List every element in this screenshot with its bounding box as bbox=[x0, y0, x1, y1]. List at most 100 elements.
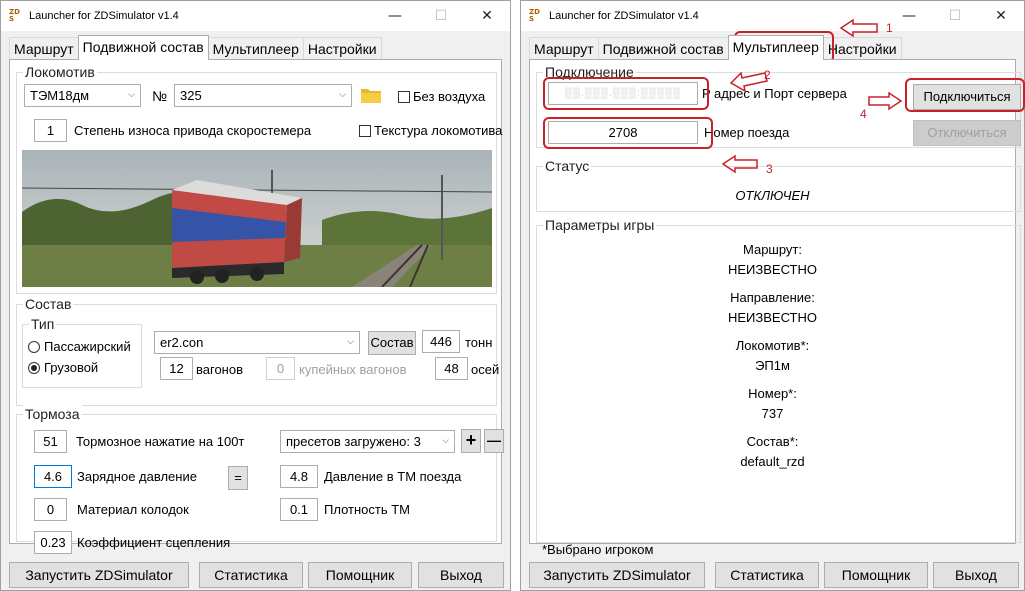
brake-pressure-label: Тормозное нажатие на 100т bbox=[76, 434, 245, 449]
passenger-label: Пассажирский bbox=[44, 339, 131, 354]
tons-input[interactable]: 446 bbox=[422, 330, 460, 353]
window-title: Launcher for ZDSimulator v1.4 bbox=[29, 10, 179, 22]
consist-type-title: Тип bbox=[29, 315, 57, 333]
no-air-label: Без воздуха bbox=[413, 89, 486, 104]
launch-button[interactable]: Запустить ZDSimulator bbox=[9, 562, 189, 588]
minimize-icon[interactable]: — bbox=[372, 1, 418, 31]
no-air-checkbox[interactable]: Без воздуха bbox=[398, 88, 485, 106]
tab-route[interactable]: Маршрут bbox=[9, 37, 79, 60]
number-label: Номер*: bbox=[748, 386, 797, 401]
consist-button[interactable]: Состав bbox=[368, 331, 416, 355]
wear-label: Степень износа привода скоростемера bbox=[74, 123, 312, 138]
launcher-window-right: ZD S Launcher for ZDSimulator v1.4 — ☐ ✕ … bbox=[520, 0, 1025, 591]
annotation-box-connect-button bbox=[905, 78, 1025, 112]
locomotive-value: ЭП1м bbox=[755, 358, 790, 373]
charge-pressure-label: Зарядное давление bbox=[77, 469, 197, 484]
tab-rolling-stock[interactable]: Подвижной состав bbox=[77, 35, 209, 60]
app-icon: ZD S bbox=[9, 8, 20, 23]
exit-button[interactable]: Выход bbox=[933, 562, 1019, 588]
consist-label: Состав*: bbox=[746, 434, 799, 449]
launch-button[interactable]: Запустить ZDSimulator bbox=[529, 562, 705, 588]
stats-button[interactable]: Статистика bbox=[199, 562, 303, 588]
pad-material-label: Материал колодок bbox=[77, 502, 189, 517]
exit-button[interactable]: Выход bbox=[418, 562, 504, 588]
annotation-box-server-address bbox=[543, 77, 709, 110]
route-label: Маршрут: bbox=[742, 242, 802, 257]
consist-value: default_rzd bbox=[740, 454, 805, 469]
close-icon[interactable]: ✕ bbox=[464, 1, 510, 31]
freight-radio[interactable]: Грузовой bbox=[28, 359, 98, 377]
compartment-label: купейных вагонов bbox=[299, 362, 407, 377]
maximize-icon[interactable]: ☐ bbox=[932, 1, 978, 31]
title-bar: ZD S Launcher for ZDSimulator v1.4 — ☐ ✕ bbox=[1, 1, 510, 31]
folder-icon[interactable] bbox=[360, 85, 382, 105]
consist-title: Состав bbox=[23, 295, 74, 313]
annotation-arrow-left-icon bbox=[721, 154, 758, 174]
locomotive-number-value: 325 bbox=[180, 88, 202, 103]
brake-pressure-input[interactable]: 51 bbox=[34, 430, 67, 453]
chevron-down-icon: ⌵ bbox=[347, 337, 354, 347]
tm-pressure-label: Давление в ТМ поезда bbox=[324, 469, 462, 484]
annotation-number-4: 4 bbox=[860, 107, 867, 121]
consist-type-group: Тип bbox=[22, 315, 142, 388]
server-address-label: P адрес и Порт сервера bbox=[702, 86, 847, 101]
annotation-box-train-number bbox=[543, 117, 713, 149]
locomotive-model-select[interactable]: ТЭМ18дм ⌵ bbox=[24, 84, 141, 107]
consist-file-select[interactable]: er2.con ⌵ bbox=[154, 331, 360, 354]
chevron-down-icon: ⌵ bbox=[339, 90, 346, 100]
connection-status-value: ОТКЛЮЧЕН bbox=[735, 188, 810, 203]
pad-material-input[interactable]: 0 bbox=[34, 498, 67, 521]
tab-settings[interactable]: Настройки bbox=[822, 37, 902, 60]
tm-density-input[interactable]: 0.1 bbox=[280, 498, 318, 521]
tab-rolling-stock[interactable]: Подвижной состав bbox=[597, 37, 729, 60]
tm-density-label: Плотность ТМ bbox=[324, 502, 410, 517]
annotation-number-1: 1 bbox=[886, 21, 893, 35]
stats-button[interactable]: Статистика bbox=[715, 562, 819, 588]
wear-input[interactable]: 1 bbox=[34, 119, 67, 142]
tab-settings[interactable]: Настройки bbox=[302, 37, 382, 60]
close-icon[interactable]: ✕ bbox=[978, 1, 1024, 31]
radio-circle bbox=[28, 341, 40, 353]
presets-value: пресетов загружено: 3 bbox=[286, 434, 421, 449]
remove-preset-button[interactable]: — bbox=[484, 429, 504, 453]
locomotive-model-value: ТЭМ18дм bbox=[30, 88, 90, 103]
direction-label: Направление: bbox=[730, 290, 815, 305]
checkbox-box bbox=[359, 125, 371, 137]
status-title: Статус bbox=[543, 157, 592, 175]
helper-button[interactable]: Помощник bbox=[308, 562, 412, 588]
helper-button[interactable]: Помощник bbox=[824, 562, 928, 588]
route-value: НЕИЗВЕСТНО bbox=[728, 262, 817, 277]
consist-file-value: er2.con bbox=[160, 335, 204, 350]
passenger-radio[interactable]: Пассажирский bbox=[28, 338, 131, 356]
locomotive-label: Локомотив*: bbox=[735, 338, 810, 353]
tm-pressure-input[interactable]: 4.8 bbox=[280, 465, 318, 488]
tab-route[interactable]: Маршрут bbox=[529, 37, 599, 60]
launcher-window-left: ZD S Launcher for ZDSimulator v1.4 — ☐ ✕ … bbox=[0, 0, 511, 591]
disconnect-button[interactable]: Отключиться bbox=[913, 120, 1021, 146]
game-params-title: Параметры игры bbox=[543, 216, 657, 234]
locomotive-number-select[interactable]: 325 ⌵ bbox=[174, 84, 352, 107]
axles-input[interactable]: 48 bbox=[435, 357, 468, 380]
texture-checkbox[interactable]: Текстура локомотива bbox=[359, 122, 502, 140]
chevron-down-icon: ⌵ bbox=[128, 90, 135, 100]
radio-circle-selected bbox=[28, 362, 40, 374]
freight-label: Грузовой bbox=[44, 360, 99, 375]
wagons-input[interactable]: 12 bbox=[160, 357, 193, 380]
brakes-title: Тормоза bbox=[23, 405, 82, 423]
equals-button[interactable]: = bbox=[228, 466, 248, 490]
annotation-arrow-right-icon bbox=[868, 91, 903, 111]
compartment-input[interactable]: 0 bbox=[266, 357, 295, 380]
direction-value: НЕИЗВЕСТНО bbox=[728, 310, 817, 325]
add-preset-button[interactable]: + bbox=[461, 429, 481, 453]
annotation-arrow-left-icon bbox=[839, 18, 878, 38]
maximize-icon[interactable]: ☐ bbox=[418, 1, 464, 31]
annotation-arrow-up-left-icon bbox=[729, 71, 768, 93]
presets-select[interactable]: пресетов загружено: 3 ⌵ bbox=[280, 430, 455, 453]
tab-multiplayer[interactable]: Мультиплеер bbox=[207, 37, 304, 60]
tab-multiplayer[interactable]: Мультиплеер bbox=[727, 35, 824, 60]
app-icon: ZD S bbox=[529, 8, 540, 23]
axles-label: осей bbox=[471, 362, 500, 377]
charge-pressure-input[interactable]: 4.6 bbox=[34, 465, 72, 488]
tons-label: тонн bbox=[465, 335, 493, 350]
chevron-down-icon: ⌵ bbox=[442, 436, 449, 446]
